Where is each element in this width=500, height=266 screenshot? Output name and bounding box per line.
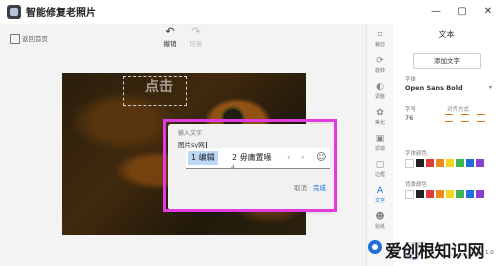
redo-icon: ↷: [191, 25, 201, 38]
highlight-frame: [163, 119, 337, 212]
swatch-green[interactable]: [456, 190, 464, 198]
sidebar-item-crop[interactable]: ⌗ 裁剪: [367, 30, 393, 48]
swatch-red[interactable]: [426, 190, 434, 198]
font-size-field[interactable]: 76: [405, 114, 413, 122]
site-watermark: 爱创根知识网: [368, 234, 498, 262]
align-label: 对齐方式: [447, 107, 470, 113]
redo-button[interactable]: ↷ 恢复: [184, 25, 208, 49]
sticker-icon: ☻: [375, 212, 385, 222]
sidebar-item-text[interactable]: A 文字: [367, 186, 393, 204]
sidebar-item-beautify[interactable]: ✿ 美化: [367, 108, 393, 126]
sidebar-item-label: 滤镜: [374, 146, 385, 152]
sidebar-item-label: 美化: [374, 120, 385, 126]
add-text-button[interactable]: 添加文字: [413, 53, 481, 69]
font-select[interactable]: Open Sans Bold ▾: [405, 84, 492, 92]
sidebar-item-frame[interactable]: ▢ 边框: [367, 160, 393, 178]
watermark-text: 爱创根知识网: [385, 242, 485, 262]
swatch-white[interactable]: [405, 190, 414, 199]
tool-sidebar: ⌗ 裁剪 ⟳ 旋转 ◐ 调整 ✿ 美化 ▣ 滤镜 ▢ 边框 A 文字 ☻ 贴纸: [366, 24, 394, 266]
text-color-label: 字体颜色: [405, 151, 428, 157]
adjust-icon: ◐: [376, 82, 384, 92]
maximize-button[interactable]: ▢: [454, 4, 470, 20]
sidebar-item-label: 旋转: [374, 68, 385, 74]
redo-label: 恢复: [189, 40, 203, 48]
swatch-black[interactable]: [416, 190, 424, 198]
swatch-black[interactable]: [416, 159, 424, 167]
swatch-white[interactable]: [405, 159, 414, 168]
sidebar-item-label: 边框: [374, 172, 385, 178]
undo-icon: ↶: [165, 25, 175, 38]
sidebar-item-label: 调整: [374, 94, 385, 100]
close-button[interactable]: ✕: [480, 4, 496, 20]
undo-label: 撤销: [163, 40, 177, 48]
app-logo-icon: [7, 5, 21, 19]
bg-color-swatches: [405, 190, 486, 199]
sidebar-item-rotate[interactable]: ⟳ 旋转: [367, 56, 393, 74]
swatch-orange[interactable]: [436, 159, 444, 167]
swatch-yellow[interactable]: [446, 159, 454, 167]
undo-button[interactable]: ↶ 撤销: [158, 25, 182, 49]
sidebar-item-filter[interactable]: ▣ 滤镜: [367, 134, 393, 152]
swatch-purple[interactable]: [476, 159, 484, 167]
swatch-blue[interactable]: [466, 190, 474, 198]
rotate-icon: ⟳: [376, 56, 384, 66]
swatch-green[interactable]: [456, 159, 464, 167]
panel-title: 文本: [438, 30, 455, 39]
swatch-orange[interactable]: [436, 190, 444, 198]
minimize-button[interactable]: —: [428, 4, 444, 20]
chevron-down-icon: ▾: [489, 84, 493, 91]
text-layer-label: 点击: [145, 79, 173, 95]
text-icon: A: [376, 186, 384, 196]
home-icon: [10, 34, 20, 44]
editor-toolbar: 返回首页 ↶ 撤销 ↷ 恢复: [0, 24, 366, 58]
crop-icon: ⌗: [377, 30, 383, 40]
swatch-purple[interactable]: [476, 190, 484, 198]
back-home-link[interactable]: 返回首页: [10, 33, 48, 44]
size-label: 字号: [405, 107, 417, 113]
filter-icon: ▣: [375, 134, 385, 144]
back-home-label: 返回首页: [22, 35, 48, 43]
watermark-logo-icon: [368, 240, 382, 254]
sidebar-item-sticker[interactable]: ☻ 贴纸: [367, 212, 393, 230]
app-title: 智能修复老照片: [26, 8, 96, 19]
sidebar-item-label: 贴纸: [374, 224, 385, 230]
beautify-icon: ✿: [376, 108, 384, 118]
align-right-icon[interactable]: [477, 114, 485, 122]
text-properties-panel: 文本 添加文字 字体 Open Sans Bold ▾ 字号 对齐方式 76 字体…: [393, 24, 500, 266]
sidebar-item-adjust[interactable]: ◐ 调整: [367, 82, 393, 100]
bg-color-label: 背景颜色: [405, 182, 428, 188]
sidebar-item-label: 裁剪: [374, 42, 385, 48]
sidebar-item-label: 文字: [374, 198, 385, 204]
text-color-swatches: [405, 159, 486, 168]
align-center-icon[interactable]: [461, 114, 469, 122]
swatch-red[interactable]: [426, 159, 434, 167]
frame-icon: ▢: [375, 160, 385, 170]
align-left-icon[interactable]: [445, 114, 453, 122]
font-label: 字体: [405, 77, 417, 83]
font-value: Open Sans Bold: [405, 84, 463, 92]
swatch-blue[interactable]: [466, 159, 474, 167]
swatch-yellow[interactable]: [446, 190, 454, 198]
title-bar: 智能修复老照片 — ▢ ✕: [0, 0, 500, 25]
